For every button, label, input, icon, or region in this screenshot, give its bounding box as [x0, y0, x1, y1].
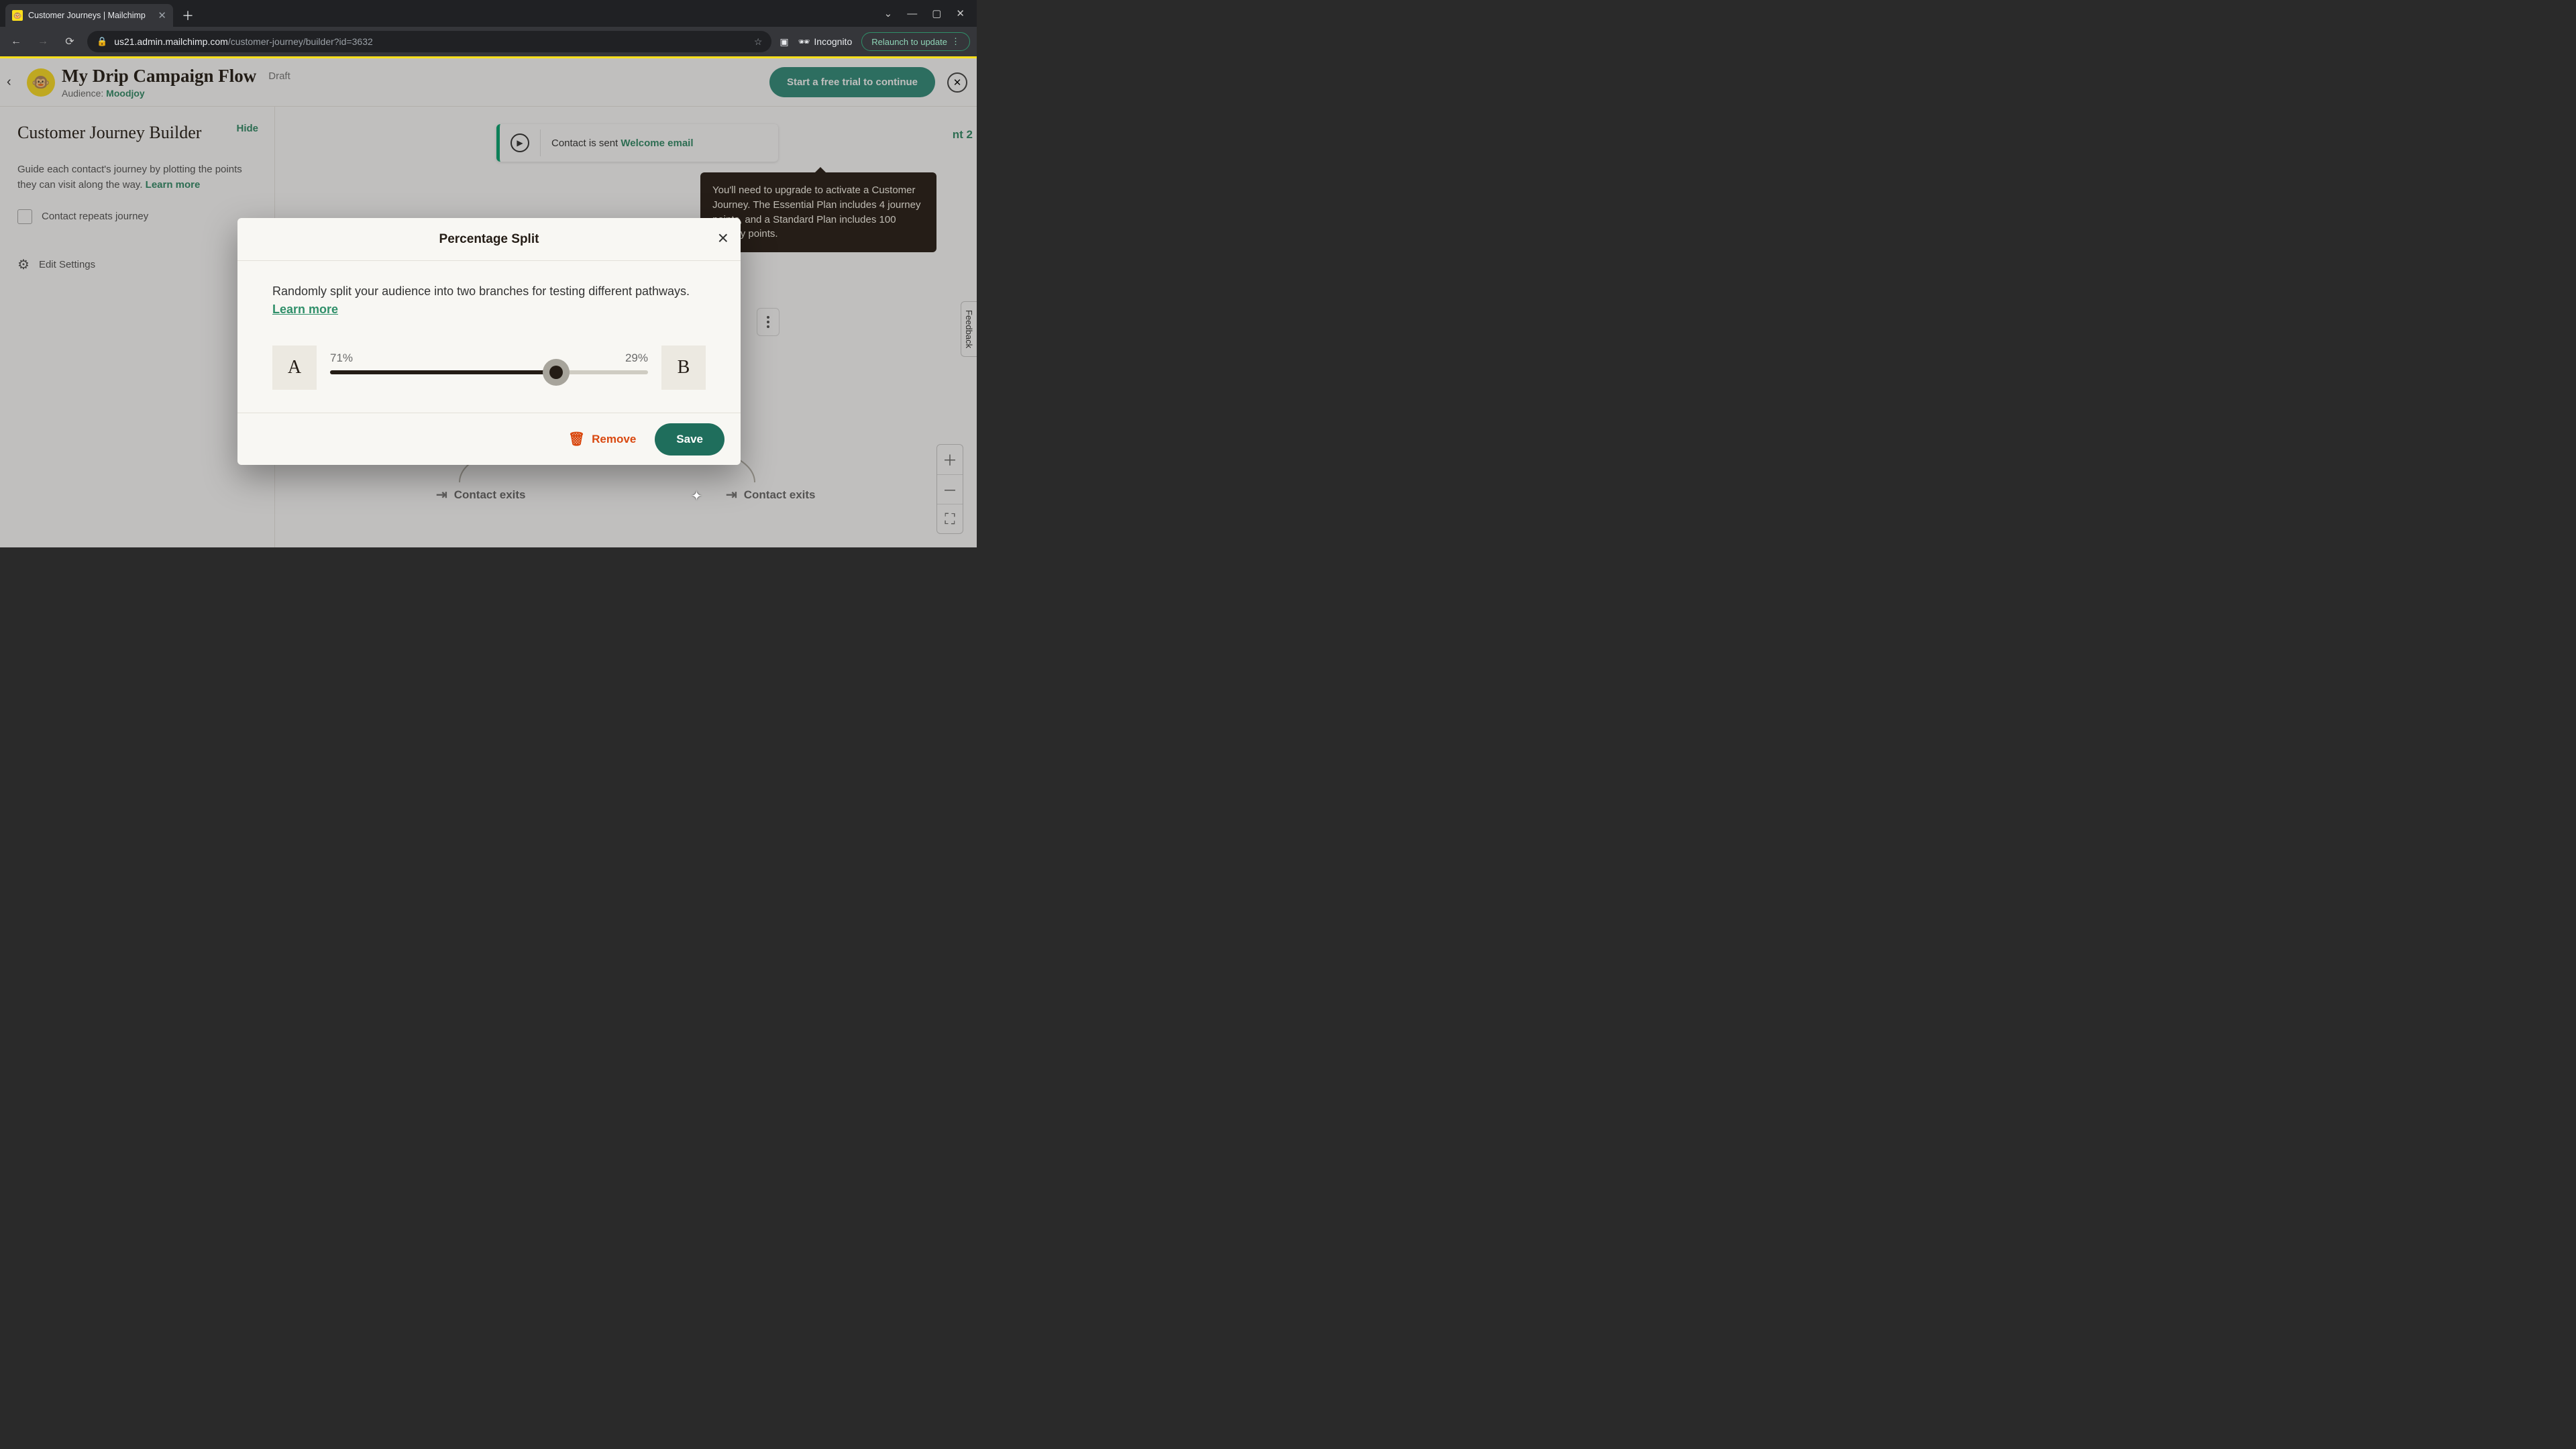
slider-thumb[interactable]	[543, 359, 570, 386]
url-host: us21.admin.mailchimp.com	[114, 36, 228, 47]
remove-label: Remove	[592, 433, 636, 446]
remove-button[interactable]: 🗑 Remove	[568, 431, 637, 447]
tab-close-icon[interactable]: ✕	[158, 9, 166, 21]
browser-toolbar: ← → ⟳ 🔒 us21.admin.mailchimp.com/custome…	[0, 27, 977, 56]
lock-icon: 🔒	[97, 36, 107, 47]
trash-icon: 🗑	[568, 431, 585, 447]
split-slider[interactable]: 71% 29%	[330, 361, 648, 374]
nav-reload-icon[interactable]: ⟳	[60, 32, 79, 51]
modal-description: Randomly split your audience into two br…	[272, 282, 706, 319]
extensions-icon[interactable]: ▣	[780, 36, 788, 48]
branch-b-badge: B	[661, 345, 706, 390]
tab-dropdown-icon[interactable]: ⌄	[884, 7, 893, 19]
save-button[interactable]: Save	[655, 423, 724, 455]
incognito-label: Incognito	[814, 36, 852, 47]
kebab-icon: ⋮	[951, 36, 960, 47]
window-close-icon[interactable]: ✕	[956, 7, 965, 19]
browser-tabstrip: 🐵 Customer Journeys | Mailchimp ✕ ＋ ⌄ — …	[0, 0, 977, 27]
incognito-icon: 🕶	[798, 36, 810, 48]
pct-b-label: 29%	[625, 352, 648, 365]
slider-track[interactable]	[330, 370, 648, 374]
nav-forward-icon[interactable]: →	[34, 32, 52, 51]
new-tab-button[interactable]: ＋	[178, 6, 197, 25]
relaunch-label: Relaunch to update	[871, 37, 947, 47]
mailchimp-favicon: 🐵	[12, 10, 23, 21]
incognito-badge[interactable]: 🕶 Incognito	[798, 36, 853, 48]
slider-fill	[330, 370, 556, 374]
bookmark-star-icon[interactable]: ☆	[754, 36, 763, 48]
url-path: /customer-journey/builder?id=3632	[228, 36, 373, 47]
modal-close-button[interactable]: ×	[718, 227, 729, 249]
window-maximize-icon[interactable]: ▢	[932, 7, 941, 19]
window-minimize-icon[interactable]: —	[907, 8, 917, 19]
save-label: Save	[676, 433, 703, 445]
tab-title: Customer Journeys | Mailchimp	[28, 11, 152, 20]
browser-tab[interactable]: 🐵 Customer Journeys | Mailchimp ✕	[5, 4, 173, 27]
url-bar[interactable]: 🔒 us21.admin.mailchimp.com/customer-jour…	[87, 31, 771, 52]
modal-learn-more-link[interactable]: Learn more	[272, 303, 338, 316]
modal-desc-text: Randomly split your audience into two br…	[272, 284, 690, 298]
modal-title: Percentage Split	[439, 232, 539, 247]
window-controls: ⌄ — ▢ ✕	[872, 0, 977, 27]
nav-back-icon[interactable]: ←	[7, 32, 25, 51]
branch-a-badge: A	[272, 345, 317, 390]
pct-a-label: 71%	[330, 352, 353, 365]
percentage-split-modal: Percentage Split × Randomly split your a…	[237, 218, 741, 465]
relaunch-button[interactable]: Relaunch to update ⋮	[861, 32, 970, 51]
